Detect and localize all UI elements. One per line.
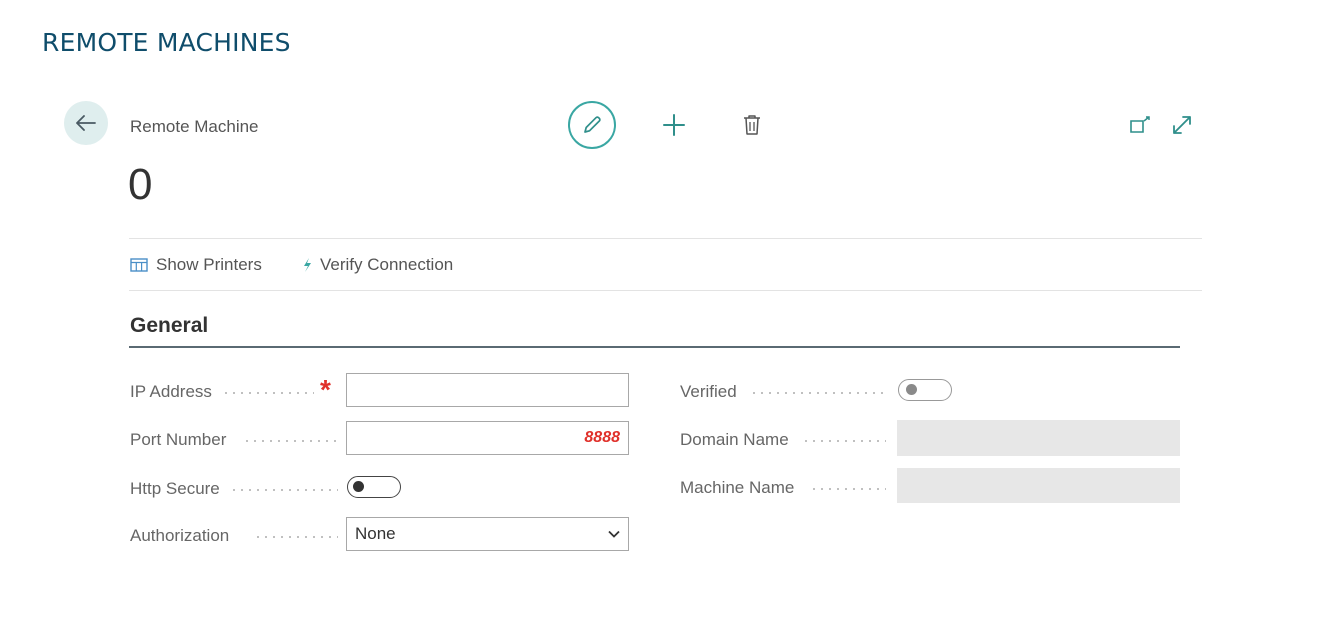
field-leader-dots (802, 440, 886, 442)
open-in-new-window-button[interactable] (1128, 114, 1152, 136)
verify-connection-label: Verify Connection (320, 255, 454, 274)
expand-button[interactable] (1170, 113, 1194, 137)
section-title-general: General (130, 314, 209, 337)
table-icon (130, 258, 148, 272)
arrow-left-icon (76, 115, 96, 131)
edit-button[interactable] (568, 101, 616, 149)
pencil-icon (584, 116, 601, 133)
ip-address-label: IP Address (130, 382, 212, 401)
show-printers-label: Show Printers (156, 255, 262, 274)
field-leader-dots (810, 488, 886, 490)
verified-toggle (898, 379, 952, 401)
expand-icon (1173, 116, 1191, 134)
authorization-select[interactable]: None (346, 517, 629, 551)
field-leader-dots (254, 536, 338, 538)
http-secure-label: Http Secure (130, 479, 220, 498)
show-printers-action[interactable]: Show Printers (130, 255, 262, 275)
field-leader-dots (230, 489, 338, 491)
entity-type-label: Remote Machine (130, 117, 259, 136)
port-number-input[interactable]: 8888 (346, 421, 629, 455)
record-title: 0 (128, 160, 153, 209)
domain-name-field (897, 420, 1180, 456)
field-leader-dots (750, 392, 886, 394)
trash-icon (744, 115, 760, 135)
delete-button[interactable] (740, 112, 764, 138)
ip-address-input[interactable] (346, 373, 629, 407)
verified-label: Verified (680, 382, 737, 401)
open-in-new-window-icon (1130, 116, 1150, 133)
chevron-down-icon (608, 530, 620, 538)
plus-icon (663, 114, 685, 136)
http-secure-toggle[interactable] (347, 476, 401, 498)
section-underline (129, 346, 1180, 348)
port-number-value: 8888 (584, 429, 620, 446)
toggle-knob (906, 384, 917, 395)
new-button[interactable] (660, 111, 688, 139)
toggle-knob (353, 481, 364, 492)
page-heading: REMOTE MACHINES (42, 28, 291, 57)
divider (129, 238, 1202, 239)
field-leader-dots (243, 440, 338, 442)
domain-name-label: Domain Name (680, 430, 789, 449)
verify-connection-action[interactable]: Verify Connection (302, 255, 453, 275)
required-indicator-icon: * (320, 374, 331, 405)
authorization-value: None (355, 524, 396, 543)
back-button[interactable] (64, 101, 108, 145)
port-number-label: Port Number (130, 430, 227, 449)
machine-name-field (897, 468, 1180, 503)
divider (129, 290, 1202, 291)
field-leader-dots (222, 392, 314, 394)
authorization-label: Authorization (130, 526, 230, 545)
machine-name-label: Machine Name (680, 478, 795, 497)
lightning-icon (304, 258, 311, 272)
